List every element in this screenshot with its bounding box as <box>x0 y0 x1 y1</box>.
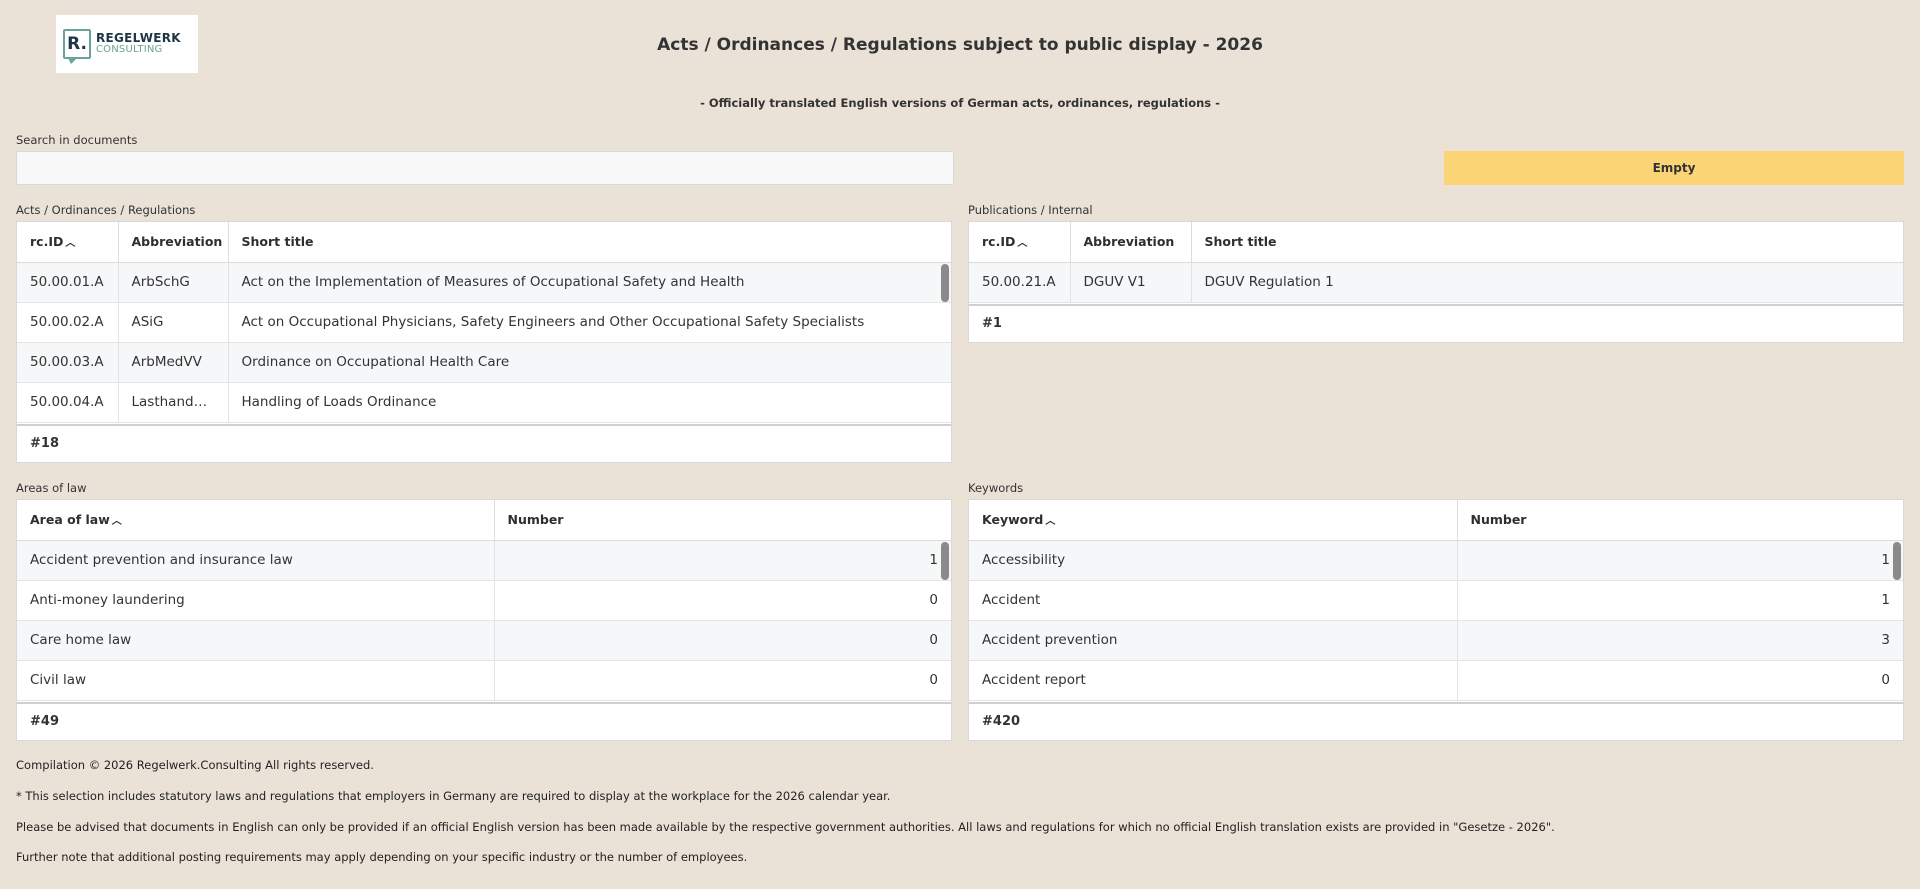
column-header-keyword[interactable]: Keyword ︿ <box>969 500 1458 541</box>
cell-keyword: Accident prevention <box>969 620 1458 661</box>
search-input[interactable] <box>16 151 954 185</box>
row-count: #420 <box>969 702 1903 740</box>
keywords-grid-label: Keywords <box>968 481 1024 495</box>
cell-short-title: Handling of Loads Ordinance <box>228 382 951 423</box>
cell-keyword: Accident <box>969 580 1458 621</box>
posting-requirements-note: Further note that additional posting req… <box>16 850 748 864</box>
cell-keyword: Accessibility <box>969 540 1458 581</box>
row-count: #49 <box>17 702 951 740</box>
column-header-number[interactable]: Number <box>1457 500 1903 541</box>
table-row[interactable]: 50.00.01.A ArbSchG Act on the Implementa… <box>17 262 951 303</box>
cell-number: 1 <box>1457 540 1903 581</box>
table-row[interactable]: Accident 1 <box>969 580 1903 621</box>
cell-area-of-law: Anti-money laundering <box>17 580 495 621</box>
cell-area-of-law: Accident prevention and insurance law <box>17 540 495 581</box>
cell-number: 0 <box>494 580 951 621</box>
selection-note: * This selection includes statutory laws… <box>16 789 891 803</box>
table-row[interactable]: Accessibility 1 <box>969 540 1903 581</box>
cell-area-of-law: Civil law <box>17 660 495 701</box>
cell-rcid: 50.00.04.A <box>17 382 119 423</box>
table-row[interactable]: Accident prevention and insurance law 1 <box>17 540 951 581</box>
cell-abbreviation: LasthandhabV <box>118 382 229 423</box>
table-row[interactable]: Care home law 0 <box>17 620 951 661</box>
table-row[interactable]: Civil law 0 <box>17 660 951 701</box>
vertical-scrollbar[interactable] <box>941 542 949 580</box>
table-row[interactable]: Anti-money laundering 0 <box>17 580 951 621</box>
column-header-abbreviation[interactable]: Abbreviation <box>118 222 229 263</box>
cell-keyword: Accident report <box>969 660 1458 701</box>
translation-note: Please be advised that documents in Engl… <box>16 820 1555 834</box>
chevron-up-icon: ︿ <box>1017 238 1028 250</box>
table-row[interactable]: 50.00.04.A LasthandhabV Handling of Load… <box>17 382 951 423</box>
publications-grid-label: Publications / Internal <box>968 203 1093 217</box>
cell-abbreviation: DGUV V1 <box>1070 262 1192 303</box>
cell-number: 3 <box>1457 620 1903 661</box>
cell-short-title: Ordinance on Occupational Health Care <box>228 342 951 383</box>
table-row[interactable]: 50.00.03.A ArbMedVV Ordinance on Occupat… <box>17 342 951 383</box>
column-header-rcid[interactable]: rc.ID ︿ <box>17 222 119 263</box>
keywords-grid: Keyword ︿ Number Accessibility 1 Accident… <box>968 499 1904 741</box>
empty-button[interactable]: Empty <box>1444 151 1904 185</box>
cell-number: 0 <box>1457 660 1903 701</box>
cell-rcid: 50.00.03.A <box>17 342 119 383</box>
chevron-up-icon: ︿ <box>1045 516 1056 528</box>
cell-number: 0 <box>494 660 951 701</box>
acts-grid: rc.ID ︿ Abbreviation Short title 50.00.01… <box>16 221 952 463</box>
table-row[interactable]: 50.00.21.A DGUV V1 DGUV Regulation 1 <box>969 262 1903 303</box>
column-header-area-of-law[interactable]: Area of law ︿ <box>17 500 495 541</box>
areas-of-law-grid: Area of law ︿ Number Accident prevention … <box>16 499 952 741</box>
cell-short-title: DGUV Regulation 1 <box>1191 262 1903 303</box>
vertical-scrollbar[interactable] <box>941 264 949 302</box>
search-label: Search in documents <box>16 133 138 147</box>
page-subtitle: - Officially translated English versions… <box>700 96 1220 110</box>
chevron-up-icon: ︿ <box>65 238 76 250</box>
cell-rcid: 50.00.02.A <box>17 302 119 343</box>
copyright-note: Compilation © 2026 Regelwerk.Consulting … <box>16 758 374 772</box>
vertical-scrollbar[interactable] <box>1893 542 1901 580</box>
table-row[interactable]: Accident prevention 3 <box>969 620 1903 661</box>
areas-grid-label: Areas of law <box>16 481 87 495</box>
row-count: #18 <box>17 424 951 462</box>
column-header-rcid[interactable]: rc.ID ︿ <box>969 222 1071 263</box>
column-header-short-title[interactable]: Short title <box>1191 222 1903 263</box>
column-header-abbreviation[interactable]: Abbreviation <box>1070 222 1192 263</box>
cell-abbreviation: ArbMedVV <box>118 342 229 383</box>
cell-short-title: Act on the Implementation of Measures of… <box>228 262 951 303</box>
table-row[interactable]: Accident report 0 <box>969 660 1903 701</box>
chevron-up-icon: ︿ <box>111 516 122 528</box>
cell-short-title: Act on Occupational Physicians, Safety E… <box>228 302 951 343</box>
publications-grid: rc.ID ︿ Abbreviation Short title 50.00.21… <box>968 221 1904 343</box>
cell-abbreviation: ArbSchG <box>118 262 229 303</box>
cell-rcid: 50.00.21.A <box>969 262 1071 303</box>
cell-rcid: 50.00.01.A <box>17 262 119 303</box>
cell-number: 1 <box>1457 580 1903 621</box>
cell-number: 0 <box>494 620 951 661</box>
column-header-short-title[interactable]: Short title <box>228 222 951 263</box>
cell-area-of-law: Care home law <box>17 620 495 661</box>
row-count: #1 <box>969 304 1903 342</box>
page-title: Acts / Ordinances / Regulations subject … <box>657 35 1263 55</box>
table-row[interactable]: 50.00.02.A ASiG Act on Occupational Phys… <box>17 302 951 343</box>
cell-abbreviation: ASiG <box>118 302 229 343</box>
column-header-number[interactable]: Number <box>494 500 951 541</box>
cell-number: 1 <box>494 540 951 581</box>
acts-grid-label: Acts / Ordinances / Regulations <box>16 203 196 217</box>
